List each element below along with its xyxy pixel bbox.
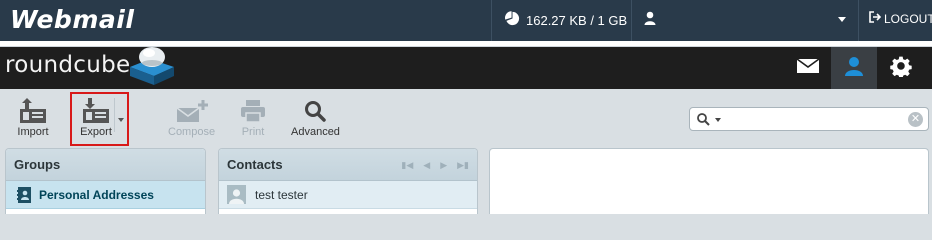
contact-name: test tester	[255, 187, 308, 202]
printer-icon	[236, 97, 270, 125]
import-label: Import	[17, 126, 49, 138]
contacts-panel: Contacts ▮◀ ◀ ▶ ▶▮ test tester	[218, 148, 478, 214]
print-label: Print	[241, 126, 265, 138]
cpanel-top-bar: Webmail 162.27 KB / 1 GB LOGOUT	[0, 0, 932, 41]
compose-label: Compose	[168, 126, 216, 138]
first-page-icon[interactable]: ▮◀	[401, 160, 413, 171]
contact-details-panel	[489, 148, 929, 214]
pagination-controls: ▮◀ ◀ ▶ ▶▮	[401, 160, 469, 171]
roundcube-header: roundcube	[0, 47, 932, 89]
import-button[interactable]: Import	[16, 97, 50, 138]
advanced-label: Advanced	[291, 126, 340, 138]
quota-text: 162.27 KB / 1 GB	[526, 12, 628, 28]
search-options-icon[interactable]	[696, 112, 710, 131]
divider	[114, 98, 115, 132]
roundcube-cube-icon	[126, 41, 178, 87]
previous-page-icon[interactable]: ◀	[423, 160, 430, 171]
print-button[interactable]: Print	[236, 97, 270, 138]
contact-avatar	[227, 185, 246, 204]
groups-panel: Groups Personal Addresses	[5, 148, 206, 214]
export-icon	[79, 97, 113, 125]
quota-indicator: 162.27 KB / 1 GB	[505, 11, 627, 29]
export-menu-chevron-down-icon[interactable]	[118, 118, 124, 122]
groups-header: Groups	[6, 149, 205, 181]
address-book-icon	[17, 186, 31, 203]
logout-button[interactable]: LOGOUT	[869, 11, 932, 26]
nav-settings[interactable]	[878, 47, 924, 89]
nav-mail[interactable]	[785, 47, 831, 89]
export-label: Export	[80, 126, 112, 138]
roundcube-logo[interactable]: roundcube	[5, 52, 130, 78]
clear-search-close-icon[interactable]: ✕	[908, 112, 923, 127]
export-button[interactable]: Export	[79, 97, 113, 138]
contact-row[interactable]: test tester	[219, 181, 477, 209]
pie-chart-icon	[505, 11, 520, 29]
next-page-icon[interactable]: ▶	[440, 160, 447, 171]
toolbar: Import Export Compose Print Advanced ✕	[0, 89, 932, 147]
account-menu-user-icon[interactable]	[644, 11, 656, 30]
advanced-search-button[interactable]: Advanced	[291, 97, 340, 138]
compose-button[interactable]: Compose	[168, 97, 215, 138]
gear-icon	[890, 55, 912, 82]
contacts-header: Contacts ▮◀ ◀ ▶ ▶▮	[219, 149, 477, 181]
account-menu-chevron-down-icon[interactable]	[838, 17, 846, 22]
user-icon	[844, 56, 864, 81]
search-options-chevron-down-icon[interactable]	[715, 118, 721, 122]
search-icon	[298, 97, 332, 125]
group-label: Personal Addresses	[39, 187, 154, 202]
logout-icon	[869, 11, 882, 26]
envelope-icon	[796, 57, 820, 79]
contacts-title: Contacts	[227, 157, 283, 172]
divider	[858, 0, 859, 41]
nav-contacts[interactable]	[831, 47, 877, 89]
group-personal-addresses[interactable]: Personal Addresses	[6, 181, 205, 209]
webmail-logo[interactable]: Webmail	[10, 5, 134, 34]
logout-label: LOGOUT	[884, 11, 932, 26]
import-icon	[16, 97, 50, 125]
last-page-icon[interactable]: ▶▮	[457, 160, 469, 171]
compose-mail-icon	[175, 97, 209, 125]
divider	[631, 0, 632, 41]
divider	[491, 0, 492, 41]
quick-search-box[interactable]: ✕	[689, 107, 929, 131]
